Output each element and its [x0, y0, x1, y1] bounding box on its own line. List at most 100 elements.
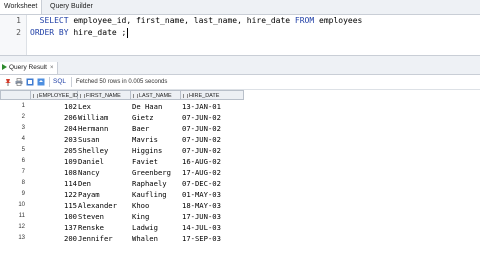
sql-editor[interactable]: 1 2 SELECT employee_id, first_name, last… — [0, 15, 480, 56]
cell-last-name[interactable]: Raphaely — [131, 178, 181, 189]
line-number-gutter: 1 2 — [0, 15, 27, 55]
cell-first-name[interactable]: Den — [78, 178, 131, 189]
export-icon[interactable] — [26, 78, 34, 86]
cell-employee-id[interactable]: 137 — [31, 222, 78, 233]
toolbar-separator — [71, 77, 72, 87]
print-icon[interactable] — [15, 78, 23, 86]
cell-employee-id[interactable]: 206 — [31, 112, 78, 123]
cell-first-name[interactable]: Steven — [78, 211, 131, 222]
cell-hire-date[interactable]: 07-JUN-02 — [181, 145, 244, 156]
cell-last-name[interactable]: Kaufling — [131, 189, 181, 200]
column-header-first-name[interactable]: FIRST_NAME — [78, 90, 131, 100]
cell-employee-id[interactable]: 203 — [31, 134, 78, 145]
refresh-icon[interactable] — [37, 78, 45, 86]
pin-icon[interactable] — [4, 78, 12, 86]
cell-employee-id[interactable]: 114 — [31, 178, 78, 189]
sql-text: hire_date ; — [68, 28, 127, 37]
cell-last-name[interactable]: Baer — [131, 123, 181, 134]
cell-employee-id[interactable]: 122 — [31, 189, 78, 200]
fetch-status: Fetched 50 rows in 0.005 seconds — [76, 79, 168, 85]
row-number: 13 — [18, 235, 25, 241]
table-row[interactable]: 1 102 Lex De Haan 13-JAN-01 — [0, 101, 480, 112]
cell-hire-date[interactable]: 17-SEP-03 — [181, 233, 244, 244]
cell-hire-date[interactable]: 14-JUL-03 — [181, 222, 244, 233]
cell-first-name[interactable]: William — [78, 112, 131, 123]
cell-last-name[interactable]: De Haan — [131, 101, 181, 112]
table-row[interactable]: 8 114 Den Raphaely 07-DEC-02 — [0, 178, 480, 189]
text-cursor — [127, 27, 129, 38]
column-header-last-name[interactable]: LAST_NAME — [131, 90, 181, 100]
cell-employee-id[interactable]: 200 — [31, 233, 78, 244]
run-icon — [2, 64, 7, 71]
cell-hire-date[interactable]: 07-JUN-02 — [181, 123, 244, 134]
cell-hire-date[interactable]: 07-JUN-02 — [181, 112, 244, 123]
row-number: 8 — [21, 180, 25, 186]
tab-query-builder[interactable]: Query Builder — [46, 0, 97, 14]
cell-first-name[interactable]: Jennifer — [78, 233, 131, 244]
table-row[interactable]: 10 115 Alexander Khoo 18-MAY-03 — [0, 200, 480, 211]
table-row[interactable]: 13 200 Jennifer Whalen 17-SEP-03 — [0, 233, 480, 244]
cell-first-name[interactable]: Shelley — [78, 145, 131, 156]
cell-employee-id[interactable]: 115 — [31, 200, 78, 211]
table-row[interactable]: 6 109 Daniel Faviet 16-AUG-02 — [0, 156, 480, 167]
code-line[interactable]: ORDER BY hire_date ; — [30, 27, 129, 39]
cell-first-name[interactable]: Alexander — [78, 200, 131, 211]
cell-hire-date[interactable]: 16-AUG-02 — [181, 156, 244, 167]
sql-button[interactable]: SQL — [53, 75, 66, 89]
table-row[interactable]: 3 204 Hermann Baer 07-JUN-02 — [0, 123, 480, 134]
row-number: 7 — [21, 169, 25, 175]
table-row[interactable]: 12 137 Renske Ladwig 14-JUL-03 — [0, 222, 480, 233]
table-row[interactable]: 2 206 William Gietz 07-JUN-02 — [0, 112, 480, 123]
sql-keyword: ORDER BY — [30, 28, 69, 37]
tab-worksheet[interactable]: Worksheet — [0, 0, 43, 14]
column-header-employee-id[interactable]: EMPLOYEE_ID — [31, 90, 78, 100]
cell-employee-id[interactable]: 108 — [31, 167, 78, 178]
cell-last-name[interactable]: Higgins — [131, 145, 181, 156]
table-row[interactable]: 4 203 Susan Mavris 07-JUN-02 — [0, 134, 480, 145]
cell-last-name[interactable]: Gietz — [131, 112, 181, 123]
cell-employee-id[interactable]: 109 — [31, 156, 78, 167]
cell-hire-date[interactable]: 01-MAY-03 — [181, 189, 244, 200]
cell-last-name[interactable]: Greenberg — [131, 167, 181, 178]
table-row[interactable]: 11 100 Steven King 17-JUN-03 — [0, 211, 480, 222]
result-tab-label: Query Result — [9, 64, 47, 71]
row-number: 1 — [21, 103, 25, 109]
table-row[interactable]: 7 108 Nancy Greenberg 17-AUG-02 — [0, 167, 480, 178]
cell-hire-date[interactable]: 17-JUN-03 — [181, 211, 244, 222]
sql-keyword: SELECT — [39, 16, 69, 25]
tab-query-result[interactable]: Query Result × — [0, 62, 59, 74]
cell-last-name[interactable]: Faviet — [131, 156, 181, 167]
code-line[interactable]: SELECT employee_id, first_name, last_nam… — [30, 15, 363, 27]
column-header-hire-date[interactable]: HIRE_DATE — [181, 90, 244, 100]
table-row[interactable]: 5 205 Shelley Higgins 07-JUN-02 — [0, 145, 480, 156]
cell-first-name[interactable]: Lex — [78, 101, 131, 112]
cell-employee-id[interactable]: 102 — [31, 101, 78, 112]
cell-first-name[interactable]: Renske — [78, 222, 131, 233]
cell-last-name[interactable]: Khoo — [131, 200, 181, 211]
cell-first-name[interactable]: Susan — [78, 134, 131, 145]
cell-employee-id[interactable]: 204 — [31, 123, 78, 134]
row-number: 12 — [18, 224, 25, 230]
cell-hire-date[interactable]: 13-JAN-01 — [181, 101, 244, 112]
cell-last-name[interactable]: Whalen — [131, 233, 181, 244]
cell-last-name[interactable]: Mavris — [131, 134, 181, 145]
grid-corner — [0, 90, 31, 100]
row-number: 4 — [21, 136, 25, 142]
cell-hire-date[interactable]: 18-MAY-03 — [181, 200, 244, 211]
row-number: 6 — [21, 158, 25, 164]
cell-first-name[interactable]: Nancy — [78, 167, 131, 178]
close-icon[interactable]: × — [50, 65, 54, 71]
cell-hire-date[interactable]: 07-JUN-02 — [181, 134, 244, 145]
cell-last-name[interactable]: King — [131, 211, 181, 222]
cell-first-name[interactable]: Payam — [78, 189, 131, 200]
cell-employee-id[interactable]: 100 — [31, 211, 78, 222]
cell-employee-id[interactable]: 205 — [31, 145, 78, 156]
cell-hire-date[interactable]: 17-AUG-02 — [181, 167, 244, 178]
cell-last-name[interactable]: Ladwig — [131, 222, 181, 233]
line-number: 2 — [16, 28, 21, 37]
cell-first-name[interactable]: Hermann — [78, 123, 131, 134]
cell-first-name[interactable]: Daniel — [78, 156, 131, 167]
table-row[interactable]: 9 122 Payam Kaufling 01-MAY-03 — [0, 189, 480, 200]
cell-hire-date[interactable]: 07-DEC-02 — [181, 178, 244, 189]
